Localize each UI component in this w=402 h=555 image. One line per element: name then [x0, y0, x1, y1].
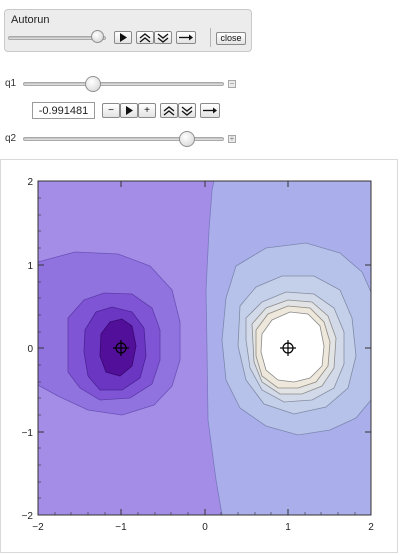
x-tick-label: 0 [202, 522, 208, 533]
x-tick-label: 2 [368, 522, 374, 533]
y-tick-label: −2 [22, 511, 34, 522]
y-tick-label: 1 [27, 261, 33, 272]
y-tick-label: 0 [27, 344, 33, 355]
y-tick-label: −1 [22, 428, 34, 439]
contour-plot: −2 −1 0 1 2 2 1 0 −1 −2 [22, 177, 375, 533]
x-tick-label: −2 [32, 522, 44, 533]
y-tick-label: 2 [27, 177, 33, 188]
x-tick-label: 1 [285, 522, 291, 533]
x-tick-label: −1 [115, 522, 127, 533]
